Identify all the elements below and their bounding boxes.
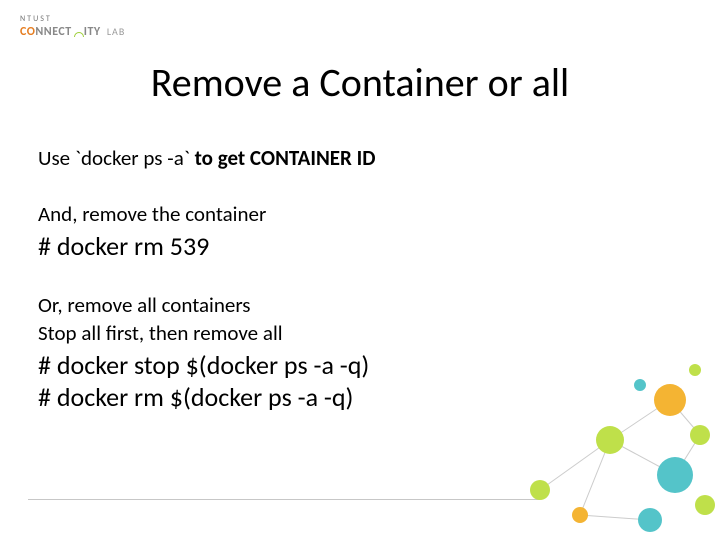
slide-body: Use `docker ps -a` to get CONTAINER ID A… [38, 145, 660, 414]
body-line-3: Or, remove all containers [38, 292, 660, 318]
logo-letter: TY [87, 25, 100, 39]
body-line-2: And, remove the container [38, 201, 660, 227]
logo-letter: C [20, 25, 27, 39]
body-line-4: Stop all first, then remove all [38, 320, 660, 346]
command-line: # docker rm 539 [38, 230, 660, 263]
footer-divider [28, 499, 540, 500]
body-line-1: Use `docker ps -a` to get CONTAINER ID [38, 145, 660, 171]
logo: NTUST CONNECTITY LAB [20, 14, 125, 39]
text: Use `docker ps -a` [38, 145, 195, 171]
command-line: # docker stop $(docker ps -a -q) [38, 349, 660, 382]
command-line: # docker rm $(docker ps -a -q) [38, 381, 660, 414]
logo-letter: NNECT [35, 25, 71, 39]
slide: NTUST CONNECTITY LAB Remove a Container … [0, 0, 720, 540]
slide-title: Remove a Container or all [0, 58, 720, 107]
wifi-icon [72, 26, 84, 38]
logo-ntust: NTUST [20, 14, 125, 24]
logo-lab: LAB [107, 25, 125, 38]
text-bold: to get CONTAINER ID [195, 145, 376, 171]
logo-brand: CONNECTITY [20, 25, 104, 39]
